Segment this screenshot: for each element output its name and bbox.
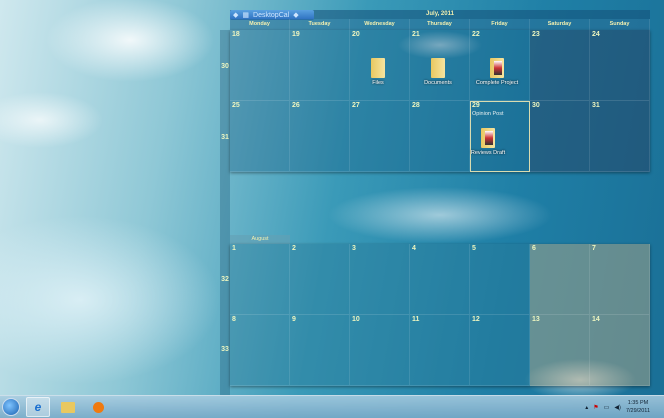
day-cell[interactable]: 19 [290,30,350,101]
action-center-icon[interactable]: ⚑ [593,404,598,411]
start-button[interactable] [2,398,20,416]
week-number: 31 [221,134,229,141]
folder-icon [371,58,385,78]
day-cell[interactable]: 11 [410,315,470,386]
august-label: August [230,235,290,244]
day-label: Friday [470,19,530,30]
day-cell[interactable]: 27 [350,101,410,172]
desktop-file-complete-project[interactable]: Complete Project [475,58,519,86]
day-label: Sunday [590,19,650,30]
day-number: 11 [412,316,420,323]
desktopcal-panel: 30 31 32 33 July, 2011 ◆ ▦ DesktopCal ◆ … [220,10,650,395]
week-number: 30 [221,63,229,70]
day-number: 30 [532,102,540,109]
day-number: 6 [532,245,536,252]
day-number: 23 [532,31,540,38]
day-label: Wednesday [350,19,410,30]
day-number: 3 [352,245,356,252]
app-name[interactable]: DesktopCal [253,12,289,19]
week-number: 32 [221,276,229,283]
windows-explorer-icon[interactable] [56,397,80,417]
internet-explorer-icon[interactable]: e [26,397,50,417]
day-cell[interactable]: 5 [470,244,530,315]
file-label: Reviews Draft [470,150,506,156]
day-number: 20 [352,31,360,38]
volume-icon[interactable]: ◀) [614,404,621,411]
file-label: Documents [424,80,452,86]
desktop-file-files[interactable]: Files [356,58,400,86]
day-number: 29 [472,102,480,109]
august-grid: 1 2 3 4 5 6 7 8 9 10 11 12 13 14 [230,244,650,386]
day-cell[interactable]: 30 [530,101,590,172]
day-number: 27 [352,102,360,109]
media-player-icon[interactable] [86,397,110,417]
july-grid: 18 19 20 21 22 23 24 25 26 27 28 29 Opinion Post 30 31 [230,30,650,172]
day-cell[interactable]: 24 [590,30,650,101]
day-number: 24 [592,31,600,38]
clock-time: 1:35 PM [627,400,649,406]
file-label: Complete Project [475,80,519,86]
day-cell[interactable]: 3 [350,244,410,315]
day-cell[interactable]: 2 [290,244,350,315]
day-number: 18 [232,31,240,38]
day-number: 8 [232,316,236,323]
day-cell[interactable]: 10 [350,315,410,386]
day-number: 28 [412,102,420,109]
desktop-file-documents[interactable]: Documents [416,58,460,86]
day-cell[interactable]: 25 [230,101,290,172]
day-cell[interactable]: 9 [290,315,350,386]
day-number: 13 [532,316,540,323]
day-cell[interactable]: 13 [530,315,590,386]
day-number: 9 [292,316,296,323]
day-number: 12 [472,316,480,323]
day-number: 19 [292,31,300,38]
folder-icon [490,58,504,78]
clock-date: 7/29/2011 [625,408,650,414]
day-label: Saturday [530,19,590,30]
day-number: 22 [472,31,480,38]
day-note[interactable]: Opinion Post [472,111,504,117]
day-label: Thursday [410,19,470,30]
clock[interactable]: 1:35 PM 7/29/2011 [626,399,650,415]
day-label: Monday [230,19,290,30]
day-cell[interactable]: 8 [230,315,290,386]
system-tray: ▴ ⚑ ▭ ◀) 1:35 PM 7/29/2011 [585,399,650,415]
week-number-column [220,30,230,395]
file-label: Files [372,80,384,86]
day-number: 31 [592,102,600,109]
prev-month-icon[interactable]: ◆ [233,11,238,19]
day-cell[interactable]: 1 [230,244,290,315]
day-cell[interactable]: 6 [530,244,590,315]
desktop-file-reviews-draft[interactable]: Reviews Draft [466,128,510,156]
day-cell[interactable]: 31 [590,101,650,172]
next-month-icon[interactable]: ◆ [293,11,298,19]
week-number: 33 [221,346,229,353]
day-number: 14 [592,316,600,323]
day-number: 2 [292,245,296,252]
day-cell[interactable]: 14 [590,315,650,386]
day-header: Monday Tuesday Wednesday Thursday Friday… [230,19,650,30]
folder-icon [431,58,445,78]
day-cell[interactable]: 28 [410,101,470,172]
day-number: 26 [292,102,300,109]
day-number: 7 [592,245,596,252]
day-cell[interactable]: 26 [290,101,350,172]
day-cell[interactable]: 23 [530,30,590,101]
day-number: 4 [412,245,416,252]
day-cell[interactable]: 12 [470,315,530,386]
folder-icon [481,128,495,148]
day-cell[interactable]: 18 [230,30,290,101]
day-number: 21 [412,31,420,38]
day-cell[interactable]: 7 [590,244,650,315]
day-number: 10 [352,316,360,323]
day-number: 25 [232,102,240,109]
show-hidden-icons-icon[interactable]: ▴ [585,404,588,411]
network-icon[interactable]: ▭ [604,404,610,411]
day-number: 5 [472,245,476,252]
grid-menu-icon[interactable]: ▦ [242,11,249,19]
day-label: Tuesday [290,19,350,30]
day-number: 1 [232,245,236,252]
day-cell[interactable]: 4 [410,244,470,315]
taskbar: e ▴ ⚑ ▭ ◀) 1:35 PM 7/29/2011 [0,395,664,418]
